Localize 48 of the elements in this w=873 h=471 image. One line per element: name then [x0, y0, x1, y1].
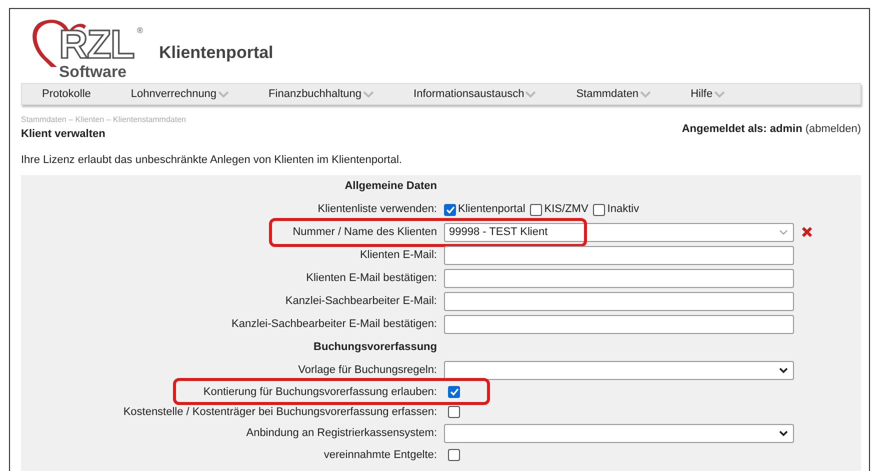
logo-subline: Software	[59, 65, 127, 81]
registered-mark: ®	[137, 25, 143, 37]
field-label: Kostenstelle / Kostenträger bei Buchungsvorerfassung erfassen:	[122, 404, 437, 420]
checkbox[interactable]	[448, 386, 460, 398]
field-label: Vorlage für Buchungsregeln:	[297, 363, 437, 378]
field-label: Nummer / Name des Klienten	[292, 225, 437, 240]
field-label: vereinnahmte Entgelte:	[322, 448, 437, 463]
field-label: Klienten E-Mail bestätigen:	[305, 271, 437, 286]
nav-menu-item[interactable]: Stammdaten	[576, 86, 651, 102]
select-field[interactable]	[444, 424, 794, 443]
input-field[interactable]	[444, 246, 794, 265]
page-title: Klient verwalten	[21, 127, 106, 142]
input-field[interactable]	[444, 292, 794, 311]
field-label: Klienten E-Mail:	[358, 248, 437, 264]
checkbox[interactable]	[448, 449, 460, 461]
nav-menu-item[interactable]: Informationsaustausch	[414, 86, 536, 102]
client-combo-box[interactable]: 99998 - TEST Klient	[444, 223, 794, 242]
chevron-down-icon	[778, 229, 789, 236]
section-heading: Allgemeine Daten	[344, 179, 437, 194]
field-label: Kontierung für Buchungsvorerfassung erlauben:	[202, 384, 437, 400]
app-title: Klientenportal	[159, 42, 274, 64]
field-label: Kanzlei-Sachbearbeiter E-Mail bestätigen:	[230, 317, 437, 332]
checkbox[interactable]	[448, 406, 460, 418]
chevron-down-icon	[778, 430, 789, 437]
checkbox[interactable]	[530, 204, 542, 216]
option-label: Klientenportal	[458, 202, 526, 218]
checkbox[interactable]	[593, 204, 606, 216]
input-field[interactable]	[444, 315, 794, 334]
nav-menu-item[interactable]: Hilfe	[690, 86, 725, 102]
input-field[interactable]	[444, 269, 794, 288]
field-label: Kanzlei-Sachbearbeiter E-Mail:	[284, 294, 437, 310]
option-label: KIS/ZMV	[544, 202, 588, 218]
checkbox[interactable]	[444, 204, 456, 216]
section-heading: Buchungsvorerfassung	[312, 340, 437, 356]
nav-menu-item[interactable]: Protokolle	[42, 86, 91, 102]
option-label: Inaktiv	[607, 202, 640, 218]
license-note: Ihre Lizenz erlaubt das unbeschränkte Anlegen von Klienten im Klientenportal.	[21, 152, 403, 168]
nav-menu-item[interactable]: Finanzbuchhaltung	[268, 86, 374, 102]
select-field[interactable]	[444, 361, 794, 380]
nav-menu-item[interactable]: Lohnverrechnung	[130, 86, 229, 102]
breadcrumb: Stammdaten – Klienten – Klientenstammdaten	[21, 114, 186, 126]
username: admin	[770, 123, 802, 135]
field-label: Klientenliste verwenden:	[316, 202, 437, 218]
logout-link[interactable]: (abmelden)	[805, 123, 861, 135]
chevron-down-icon	[778, 367, 789, 374]
logo-wordmark: RZL	[59, 25, 134, 65]
field-label: Anbindung an Registrierkassensystem:	[245, 426, 437, 442]
login-label: Angemeldet als:	[682, 123, 767, 135]
